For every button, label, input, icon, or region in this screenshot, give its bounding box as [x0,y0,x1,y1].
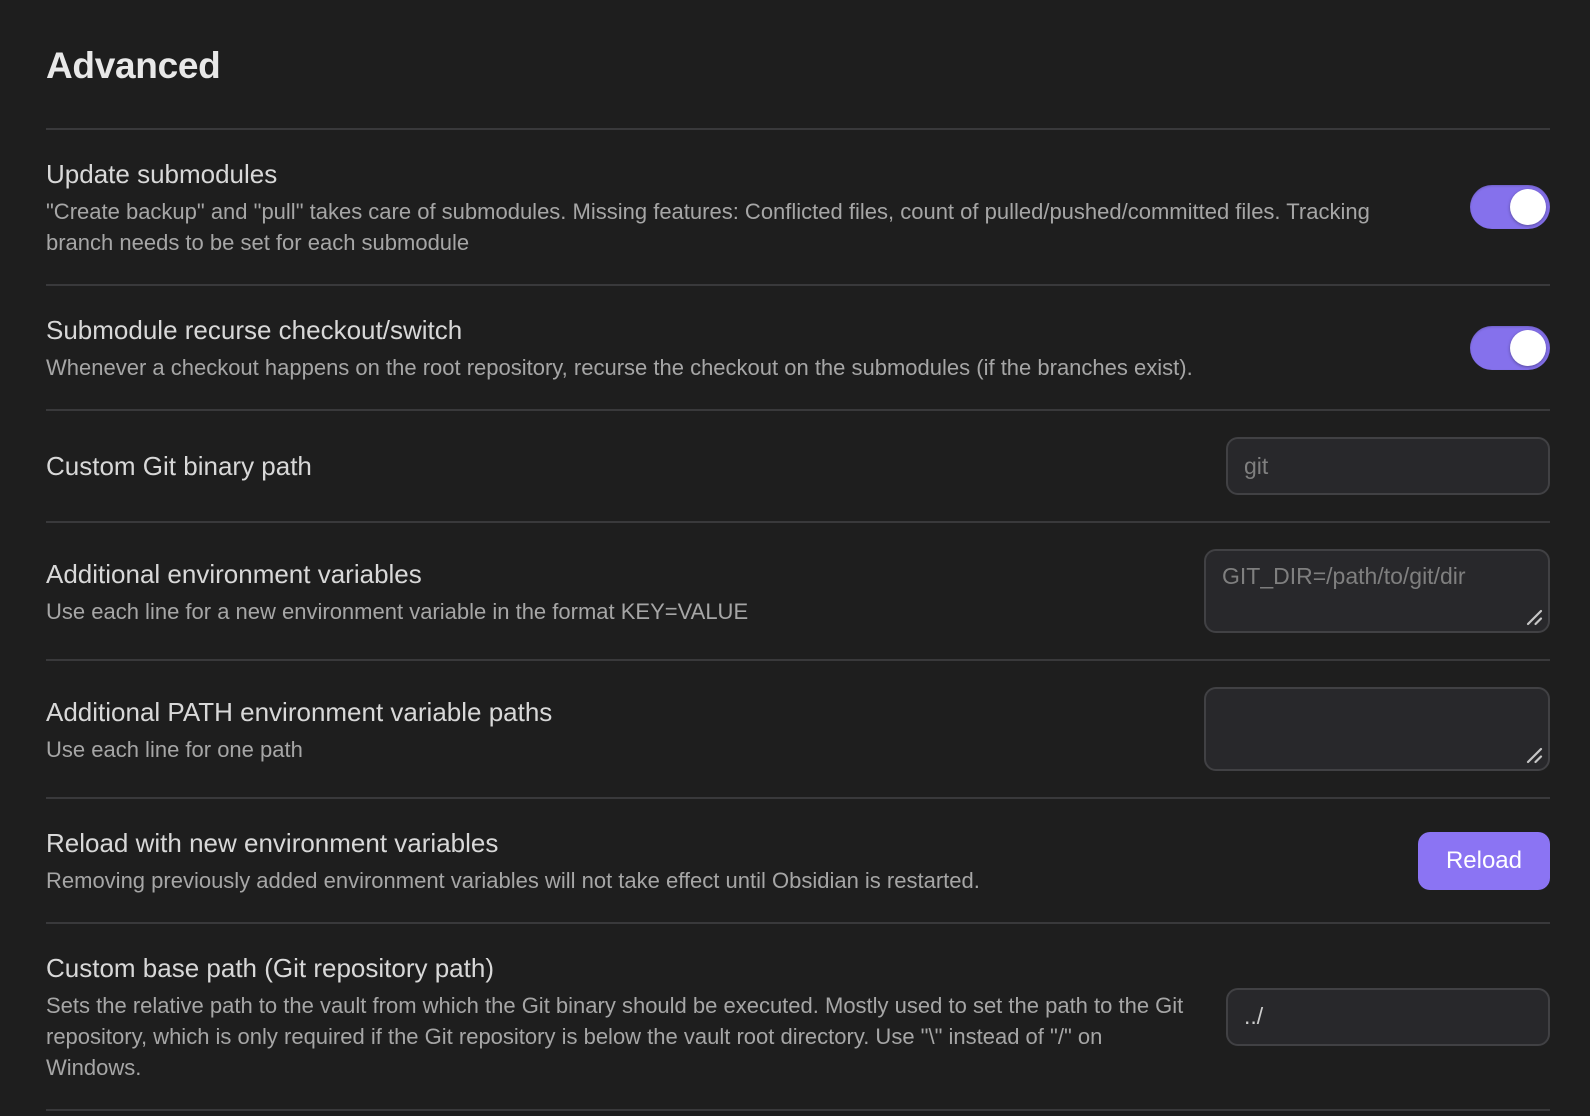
path-variables-textarea[interactable] [1204,687,1550,771]
setting-control [1226,988,1550,1046]
setting-description: "Create backup" and "pull" takes care of… [46,196,1430,258]
setting-info: Additional PATH environment variable pat… [46,694,1164,765]
setting-row-path-variables: Additional PATH environment variable pat… [46,659,1550,797]
setting-control [1204,549,1550,633]
setting-info: Update submodules "Create backup" and "p… [46,156,1430,258]
toggle-knob [1510,189,1546,225]
setting-description: Removing previously added environment va… [46,865,1378,896]
setting-row-custom-base-path: Custom base path (Git repository path) S… [46,922,1550,1109]
toggle-knob [1510,330,1546,366]
setting-name: Reload with new environment variables [46,825,1378,861]
setting-row-update-submodules: Update submodules "Create backup" and "p… [46,128,1550,284]
setting-control: Reload [1418,832,1550,890]
setting-name: Submodule recurse checkout/switch [46,312,1430,348]
setting-info: Custom base path (Git repository path) S… [46,950,1186,1083]
setting-name: Update submodules [46,156,1430,192]
setting-info: Submodule recurse checkout/switch Whenev… [46,312,1430,383]
base-path-input[interactable] [1226,988,1550,1046]
resize-handle-icon[interactable] [1526,609,1543,626]
resize-handle-icon[interactable] [1526,747,1543,764]
setting-control [1470,326,1550,370]
textarea-wrapper [1204,687,1550,771]
setting-row-submodule-recurse: Submodule recurse checkout/switch Whenev… [46,284,1550,409]
setting-info: Custom Git binary path [46,448,1186,484]
setting-name: Custom Git binary path [46,448,1186,484]
setting-row-reload-env: Reload with new environment variables Re… [46,797,1550,922]
setting-name: Custom base path (Git repository path) [46,950,1186,986]
setting-control [1226,437,1550,495]
setting-description: Use each line for one path [46,734,1164,765]
textarea-wrapper [1204,549,1550,633]
setting-control [1470,185,1550,229]
submodule-recurse-toggle[interactable] [1470,326,1550,370]
setting-info: Reload with new environment variables Re… [46,825,1378,896]
git-binary-path-input[interactable] [1226,437,1550,495]
update-submodules-toggle[interactable] [1470,185,1550,229]
setting-description: Sets the relative path to the vault from… [46,990,1186,1083]
setting-description: Use each line for a new environment vari… [46,596,1164,627]
setting-name: Additional environment variables [46,556,1164,592]
setting-info: Additional environment variables Use eac… [46,556,1164,627]
settings-list: Update submodules "Create backup" and "p… [46,128,1550,1111]
setting-row-env-variables: Additional environment variables Use eac… [46,521,1550,659]
setting-control [1204,687,1550,771]
env-variables-textarea[interactable] [1204,549,1550,633]
setting-description: Whenever a checkout happens on the root … [46,352,1430,383]
setting-name: Additional PATH environment variable pat… [46,694,1164,730]
page-title: Advanced [46,0,1550,88]
reload-button[interactable]: Reload [1418,832,1550,890]
setting-row-git-binary-path: Custom Git binary path [46,409,1550,521]
advanced-settings-page: Advanced Update submodules "Create backu… [0,0,1590,1111]
